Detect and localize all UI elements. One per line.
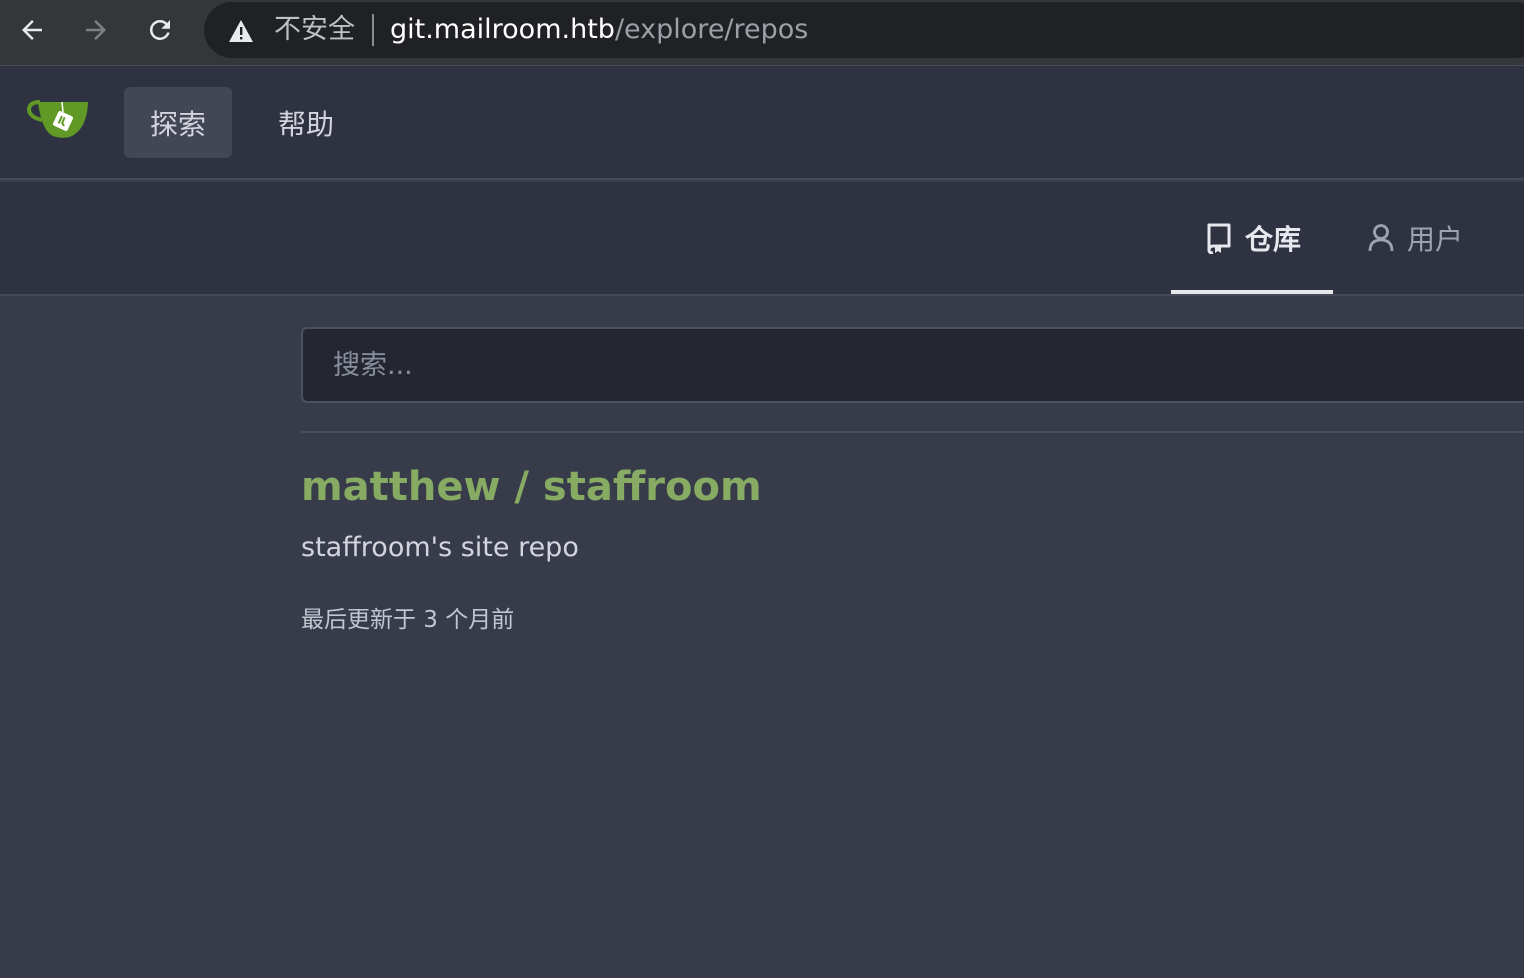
arrow-left-icon (17, 15, 47, 45)
active-tab-indicator (1171, 290, 1333, 294)
address-bar[interactable]: 不安全 git.mailroom.htb/explore/repos (204, 2, 1524, 58)
security-status-label[interactable]: 不安全 (274, 14, 355, 46)
reload-icon (145, 15, 175, 45)
nav-explore[interactable]: 探索 (124, 87, 233, 158)
repo-description: staffroom's site repo (301, 532, 579, 563)
repo-link[interactable]: matthew / staffroom (301, 464, 762, 510)
repo-updated-time: 最后更新于 3 个月前 (301, 607, 515, 633)
search-input[interactable] (301, 327, 1524, 403)
reload-button[interactable] (140, 10, 180, 50)
tab-users[interactable]: 用户 (1367, 182, 1463, 294)
arrow-right-icon (81, 15, 111, 45)
repo-icon (1205, 222, 1233, 254)
forward-button[interactable] (76, 10, 116, 50)
person-icon (1367, 223, 1395, 253)
omnibox-separator (372, 14, 374, 46)
nav-help[interactable]: 帮助 (252, 87, 360, 158)
url-host: git.mailroom.htb (390, 14, 615, 45)
browser-toolbar: 不安全 git.mailroom.htb/explore/repos (0, 0, 1524, 66)
tab-repositories[interactable]: 仓库 (1205, 182, 1301, 294)
tab-repositories-label: 仓库 (1245, 223, 1302, 256)
tab-users-label: 用户 (1407, 223, 1464, 256)
list-divider (301, 431, 1524, 433)
explore-tabs: 仓库 用户 (0, 182, 1524, 296)
url-text[interactable]: git.mailroom.htb/explore/repos (390, 14, 808, 46)
back-button[interactable] (12, 10, 52, 50)
site-header: 探索 帮助 (0, 66, 1524, 180)
gitea-logo[interactable] (26, 98, 90, 144)
warning-triangle-icon[interactable] (228, 19, 254, 47)
url-path: /explore/repos (614, 14, 809, 45)
